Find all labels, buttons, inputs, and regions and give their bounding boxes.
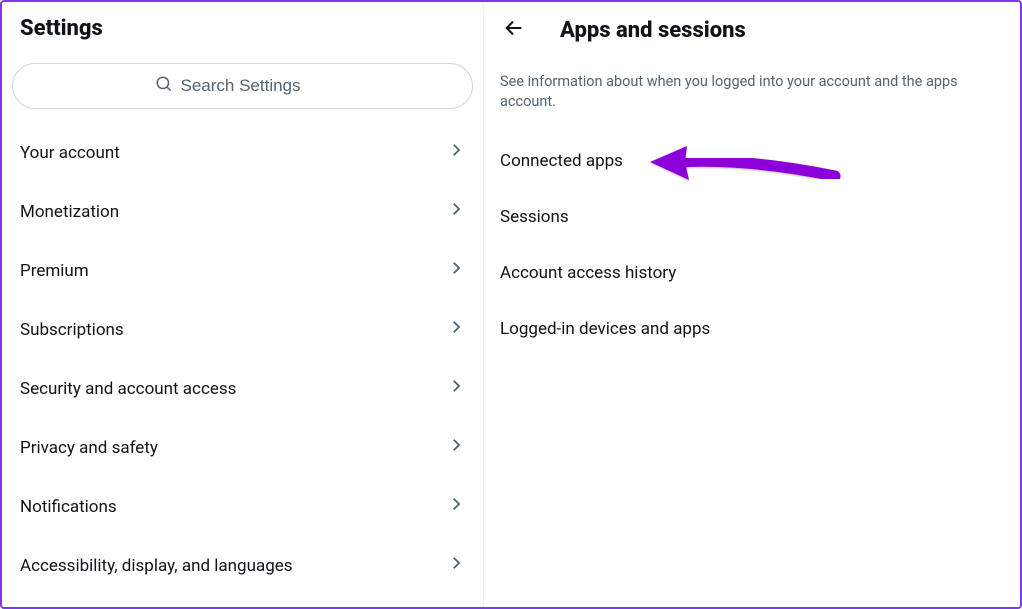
menu-item-label: Subscriptions (20, 320, 124, 340)
menu-item-accessibility-display-languages[interactable]: Accessibility, display, and languages (2, 536, 483, 595)
menu-item-security-account-access[interactable]: Security and account access (2, 359, 483, 418)
menu-item-label: Privacy and safety (20, 438, 158, 458)
detail-item-sessions[interactable]: Sessions (484, 189, 1020, 245)
detail-item-label: Connected apps (500, 151, 623, 171)
detail-item-connected-apps[interactable]: Connected apps (484, 133, 1020, 189)
chevron-right-icon (447, 141, 465, 164)
detail-item-logged-in-devices[interactable]: Logged-in devices and apps (484, 301, 1020, 357)
menu-item-label: Your account (20, 143, 120, 163)
chevron-right-icon (447, 436, 465, 459)
chevron-right-icon (447, 259, 465, 282)
menu-item-premium[interactable]: Premium (2, 241, 483, 300)
settings-title: Settings (20, 16, 465, 41)
detail-description: See information about when you logged in… (484, 58, 1020, 133)
chevron-right-icon (447, 200, 465, 223)
settings-menu: Your account Monetization Premium Subscr… (2, 123, 483, 595)
menu-item-label: Notifications (20, 497, 117, 517)
chevron-right-icon (447, 377, 465, 400)
detail-menu: Connected apps Sessions Account access h… (484, 133, 1020, 357)
menu-item-label: Premium (20, 261, 89, 281)
search-settings-box[interactable] (12, 63, 473, 109)
chevron-right-icon (447, 495, 465, 518)
detail-panel: Apps and sessions See information about … (484, 2, 1020, 607)
menu-item-notifications[interactable]: Notifications (2, 477, 483, 536)
menu-item-label: Monetization (20, 202, 119, 222)
detail-item-label: Logged-in devices and apps (500, 319, 710, 339)
menu-item-subscriptions[interactable]: Subscriptions (2, 300, 483, 359)
back-button[interactable] (496, 12, 532, 48)
chevron-right-icon (447, 318, 465, 341)
search-icon (155, 75, 173, 97)
menu-item-label: Security and account access (20, 379, 236, 399)
menu-item-your-account[interactable]: Your account (2, 123, 483, 182)
detail-item-account-access-history[interactable]: Account access history (484, 245, 1020, 301)
menu-item-privacy-safety[interactable]: Privacy and safety (2, 418, 483, 477)
settings-sidebar: Settings Your account Mon (2, 2, 484, 607)
detail-item-label: Account access history (500, 263, 676, 283)
search-settings-input[interactable] (181, 76, 331, 96)
arrow-left-icon (503, 17, 525, 43)
chevron-right-icon (447, 554, 465, 577)
menu-item-label: Accessibility, display, and languages (20, 556, 293, 576)
menu-item-monetization[interactable]: Monetization (2, 182, 483, 241)
detail-item-label: Sessions (500, 207, 569, 227)
detail-title: Apps and sessions (560, 18, 746, 43)
